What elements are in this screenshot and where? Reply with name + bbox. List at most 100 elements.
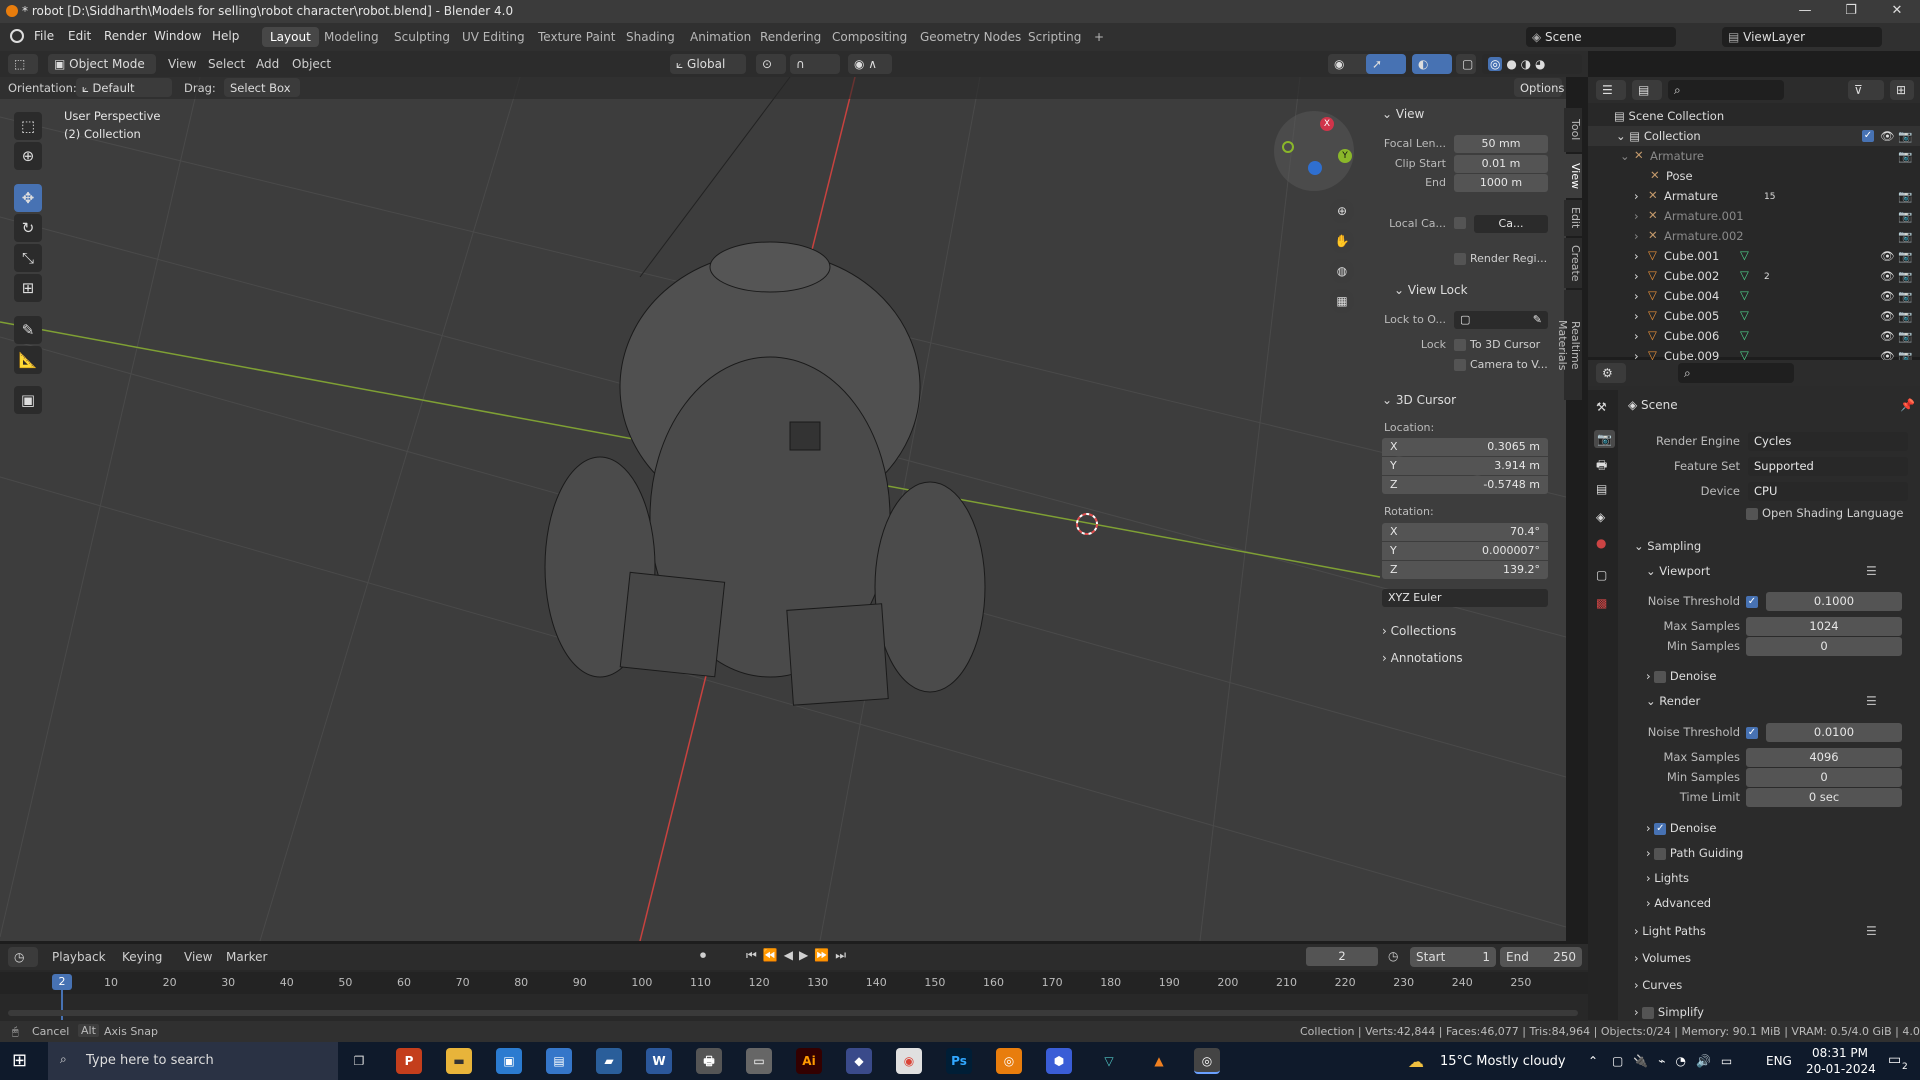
outliner-row[interactable]: › ✕ Armature 15 📷 xyxy=(1588,186,1920,206)
xray-toggle[interactable]: ▢ xyxy=(1456,54,1476,74)
language-indicator[interactable]: ENG xyxy=(1766,1054,1792,1068)
expand-arrow-icon[interactable]: › xyxy=(1634,329,1639,343)
outliner-row[interactable]: ✕ Pose xyxy=(1588,166,1920,186)
jump-end-icon[interactable]: ⏭ xyxy=(835,948,852,962)
visibility-eye-icon[interactable]: 👁 xyxy=(1880,309,1895,323)
visibility-eye-icon[interactable]: 👁 xyxy=(1880,249,1895,263)
outliner-row[interactable]: ⌄ ✕ Armature 📷 xyxy=(1588,146,1920,166)
mesh-data-icon[interactable]: ▽ xyxy=(1740,248,1749,262)
wireframe-shading-icon[interactable]: ◎ xyxy=(1488,57,1503,71)
chrome-icon[interactable]: ◉ xyxy=(896,1048,922,1074)
sidebar-tab-view[interactable]: View xyxy=(1564,154,1582,198)
mesh-data-icon[interactable]: ▽ xyxy=(1740,268,1749,282)
cursor-rotation-z[interactable]: Z 139.2° xyxy=(1382,561,1548,579)
timeline-menu-playback[interactable]: Playback xyxy=(52,950,106,964)
outliner-scene-collection[interactable]: ▤ Scene Collection xyxy=(1588,106,1920,126)
lock-to-cursor-checkbox[interactable] xyxy=(1454,339,1466,351)
r-min-samples-field[interactable]: 0 xyxy=(1746,768,1902,787)
clock-date[interactable]: 20-01-2024 xyxy=(1806,1062,1876,1076)
notification-icon[interactable]: ▭ xyxy=(1888,1052,1901,1068)
expand-arrow-icon[interactable]: › xyxy=(1634,189,1639,203)
vp-max-samples-field[interactable]: 1024 xyxy=(1746,617,1902,636)
clip-end-field[interactable]: 1000 m xyxy=(1454,174,1548,192)
timeline-editor-type[interactable]: ◷ xyxy=(8,947,38,967)
osl-checkbox[interactable] xyxy=(1746,508,1758,520)
world-properties-icon[interactable]: ● xyxy=(1596,536,1606,550)
simplify-checkbox[interactable] xyxy=(1642,1006,1655,1019)
r-denoise-checkbox[interactable]: ✓ xyxy=(1654,822,1667,835)
solid-shading-icon[interactable]: ● xyxy=(1506,57,1516,71)
windows-start-icon[interactable]: ⊞ xyxy=(12,1050,27,1071)
eyedropper-icon[interactable]: ✎ xyxy=(1533,311,1542,329)
vp-denoise-checkbox[interactable] xyxy=(1654,670,1667,683)
measure-tool[interactable]: 📐 xyxy=(14,346,42,374)
shading-modes[interactable]: ◎ ● ◑ ◕ xyxy=(1482,54,1582,74)
move-tool[interactable]: ✥ xyxy=(14,184,42,212)
view-section-header[interactable]: ⌄ View xyxy=(1382,107,1424,121)
blender-taskbar-icon[interactable]: ◎ xyxy=(996,1048,1022,1074)
expand-arrow-icon[interactable]: › xyxy=(1634,309,1639,323)
render-presets-icon[interactable]: ☰ xyxy=(1866,694,1877,708)
path-guiding-checkbox[interactable] xyxy=(1654,847,1667,860)
camera-view-icon[interactable]: ◍ xyxy=(1330,259,1354,283)
menu-file[interactable]: File xyxy=(34,29,54,43)
timeline-menu-marker[interactable]: Marker xyxy=(226,950,267,964)
outliner-row[interactable]: › ✕ Armature.002 📷 xyxy=(1588,226,1920,246)
outliner-row[interactable]: › ▽ Cube.002 ▽ 2 👁 📷 xyxy=(1588,266,1920,286)
perspective-toggle-icon[interactable]: ▦ xyxy=(1330,289,1354,313)
lock-to-object-field[interactable]: ▢ ✎ xyxy=(1454,311,1548,329)
r-noise-threshold-field[interactable]: 0.0100 xyxy=(1766,723,1902,742)
r-denoise-header[interactable]: › ✓ Denoise xyxy=(1646,821,1716,835)
collection-include-checkbox[interactable]: ✓ xyxy=(1862,130,1874,142)
playhead[interactable]: 2 xyxy=(52,974,72,990)
current-frame-field[interactable]: 2 xyxy=(1306,947,1378,966)
gizmo-x-axis[interactable]: X xyxy=(1320,117,1334,131)
workspace-tab-sculpting[interactable]: Sculpting xyxy=(386,27,458,47)
sidebar-tab-edit[interactable]: Edit xyxy=(1564,200,1582,236)
rotate-tool[interactable]: ↻ xyxy=(14,214,42,242)
menu-select[interactable]: Select xyxy=(208,57,245,71)
tray-chevron-icon[interactable]: ⌃ xyxy=(1588,1054,1598,1068)
record-icon[interactable]: ⏺ xyxy=(700,948,706,963)
camera-to-view-checkbox[interactable] xyxy=(1454,359,1466,371)
add-cube-tool[interactable]: ▣ xyxy=(14,386,42,414)
display-mode-button[interactable]: ▤ xyxy=(1632,80,1662,100)
sampling-viewport-header[interactable]: ⌄ Viewport xyxy=(1646,564,1710,578)
cursor-tool[interactable]: ⊕ xyxy=(14,142,42,170)
workspace-tab-compositing[interactable]: Compositing xyxy=(824,27,915,47)
local-camera-checkbox[interactable] xyxy=(1454,217,1466,229)
close-button[interactable]: ✕ xyxy=(1874,0,1920,23)
frame-ruler[interactable]: 10 20 30 40 50 60 70 80 90 100 110 120 130 140 150 160 1… xyxy=(0,972,1588,994)
pin-icon[interactable]: 📌 xyxy=(1900,398,1915,412)
workspace-tab-rendering[interactable]: Rendering xyxy=(752,27,829,47)
render-camera-icon[interactable]: 📷 xyxy=(1898,329,1912,343)
remote-desktop-icon[interactable]: ▣ xyxy=(496,1048,522,1074)
light-paths-header[interactable]: › Light Paths xyxy=(1634,924,1706,938)
render-camera-icon[interactable]: 📷 xyxy=(1898,249,1912,263)
navigation-gizmo[interactable]: X Y Z xyxy=(1274,111,1354,191)
render-camera-icon[interactable]: 📷 xyxy=(1898,149,1912,163)
scale-tool[interactable]: ⤡ xyxy=(14,244,42,272)
local-camera-field[interactable]: Ca... xyxy=(1474,215,1548,233)
workspace-tab-geometry-nodes[interactable]: Geometry Nodes xyxy=(912,27,1029,47)
minimize-button[interactable]: — xyxy=(1782,0,1828,23)
collection-properties-icon[interactable]: ▢ xyxy=(1596,568,1607,582)
3d-cursor-header[interactable]: ⌄ 3D Cursor xyxy=(1382,393,1456,407)
lights-header[interactable]: › Lights xyxy=(1646,871,1689,885)
r-max-samples-field[interactable]: 4096 xyxy=(1746,748,1902,767)
gizmo-neg-y[interactable] xyxy=(1282,141,1294,153)
menu-help[interactable]: Help xyxy=(212,29,239,43)
select-box-tool[interactable]: ⬚ xyxy=(14,112,42,140)
powerpoint-icon[interactable]: P xyxy=(396,1048,422,1074)
visibility-eye-icon[interactable]: 👁 xyxy=(1880,289,1895,303)
app-icon-5[interactable]: ▽ xyxy=(1096,1048,1122,1074)
outliner-row[interactable]: › ▽ Cube.001 ▽ 👁 📷 xyxy=(1588,246,1920,266)
vp-denoise-header[interactable]: › Denoise xyxy=(1646,669,1716,683)
simplify-header[interactable]: › Simplify xyxy=(1634,1005,1704,1019)
render-camera-icon[interactable]: 📷 xyxy=(1898,289,1912,303)
maximize-button[interactable]: ❐ xyxy=(1828,0,1874,23)
sampling-render-header[interactable]: ⌄ Render xyxy=(1646,694,1700,708)
jump-start-icon[interactable]: ⏮ xyxy=(746,948,763,962)
sampling-panel-header[interactable]: ⌄ Sampling xyxy=(1634,539,1701,553)
expand-arrow-icon[interactable]: › xyxy=(1634,229,1639,243)
